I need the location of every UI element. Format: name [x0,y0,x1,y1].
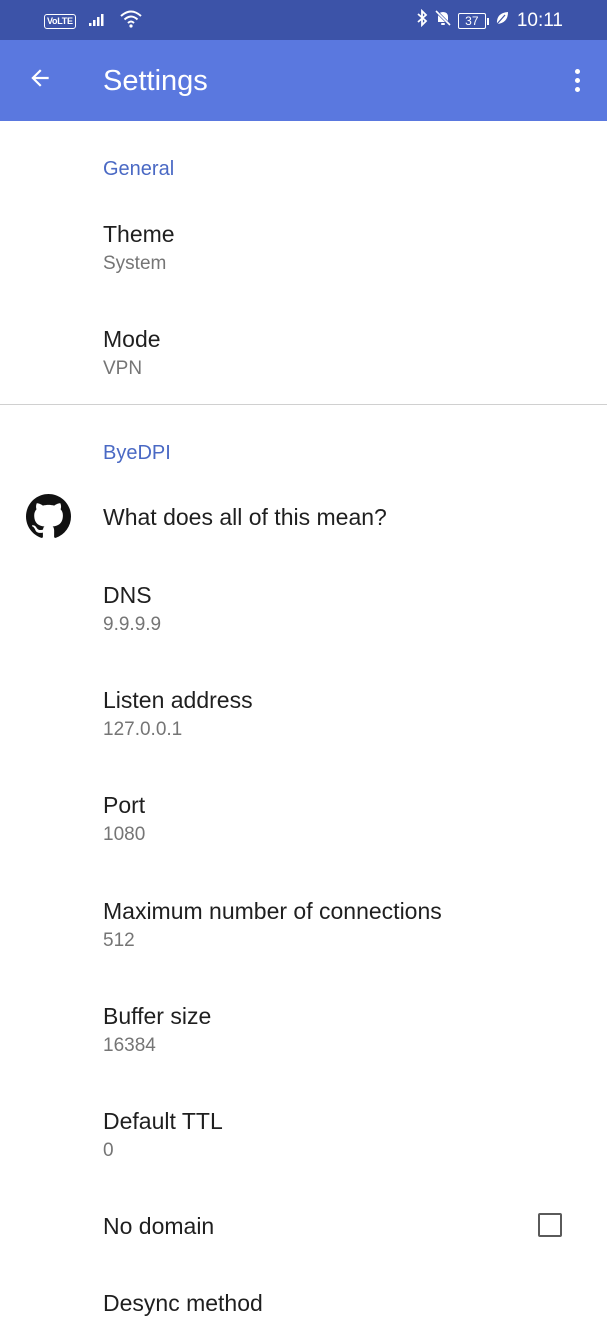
pref-mode[interactable]: Mode VPN [0,306,607,399]
pref-title: Buffer size [103,1003,212,1029]
pref-buffer-size[interactable]: Buffer size 16384 [0,983,607,1076]
pref-desync-method[interactable]: Desync method [0,1270,607,1316]
wifi-icon [120,10,142,33]
pref-title: DNS [103,582,152,608]
back-button[interactable] [20,60,60,100]
page-title: Settings [103,65,208,97]
bluetooth-icon [416,8,428,33]
signal-icon [88,11,108,32]
status-bar: VoLTE 37 10:11 [0,0,607,40]
section-header-byedpi: ByeDPI [103,442,171,464]
pref-summary: 512 [103,930,135,951]
github-icon [26,494,71,544]
pref-listen-address[interactable]: Listen address 127.0.0.1 [0,667,607,760]
pref-no-domain[interactable]: No domain [0,1193,607,1263]
pref-title: What does all of this mean? [103,504,387,530]
pref-title: Port [103,792,146,818]
pref-title: Listen address [103,687,253,713]
pref-max-connections[interactable]: Maximum number of connections 512 [0,878,607,971]
status-left: VoLTE [44,10,142,33]
section-divider [0,404,607,405]
pref-title: Mode [103,326,161,352]
status-right: 37 10:11 [416,8,563,33]
pref-summary: 9.9.9.9 [103,614,162,635]
more-vert-icon [574,68,580,74]
volte-badge: VoLTE [44,14,76,29]
app-bar: Settings [0,40,607,121]
battery-icon: 37 [457,13,489,29]
pref-dns[interactable]: DNS 9.9.9.9 [0,562,607,655]
pref-title: No domain [103,1213,215,1239]
pref-title: Maximum number of connections [103,898,442,924]
pref-summary: 127.0.0.1 [103,719,183,740]
pref-default-ttl[interactable]: Default TTL 0 [0,1088,607,1181]
pref-title: Desync method [103,1290,263,1316]
pref-title: Default TTL [103,1108,223,1134]
pref-title: Theme [103,221,175,247]
pref-summary: System [103,253,167,274]
more-options-button[interactable] [563,60,591,100]
pref-summary: VPN [103,358,143,379]
arrow-back-icon [27,65,53,96]
section-header-general: General [103,158,175,180]
mute-bell-icon [434,9,452,33]
pref-help[interactable]: What does all of this mean? [0,484,607,554]
clock: 10:11 [516,10,563,31]
pref-summary: 1080 [103,824,146,845]
no-domain-checkbox[interactable] [538,1213,562,1237]
pref-theme[interactable]: Theme System [0,201,607,294]
pref-port[interactable]: Port 1080 [0,772,607,865]
pref-summary: 0 [103,1140,114,1161]
leaf-icon [495,10,509,32]
battery-level: 37 [457,13,486,29]
pref-summary: 16384 [103,1035,156,1056]
